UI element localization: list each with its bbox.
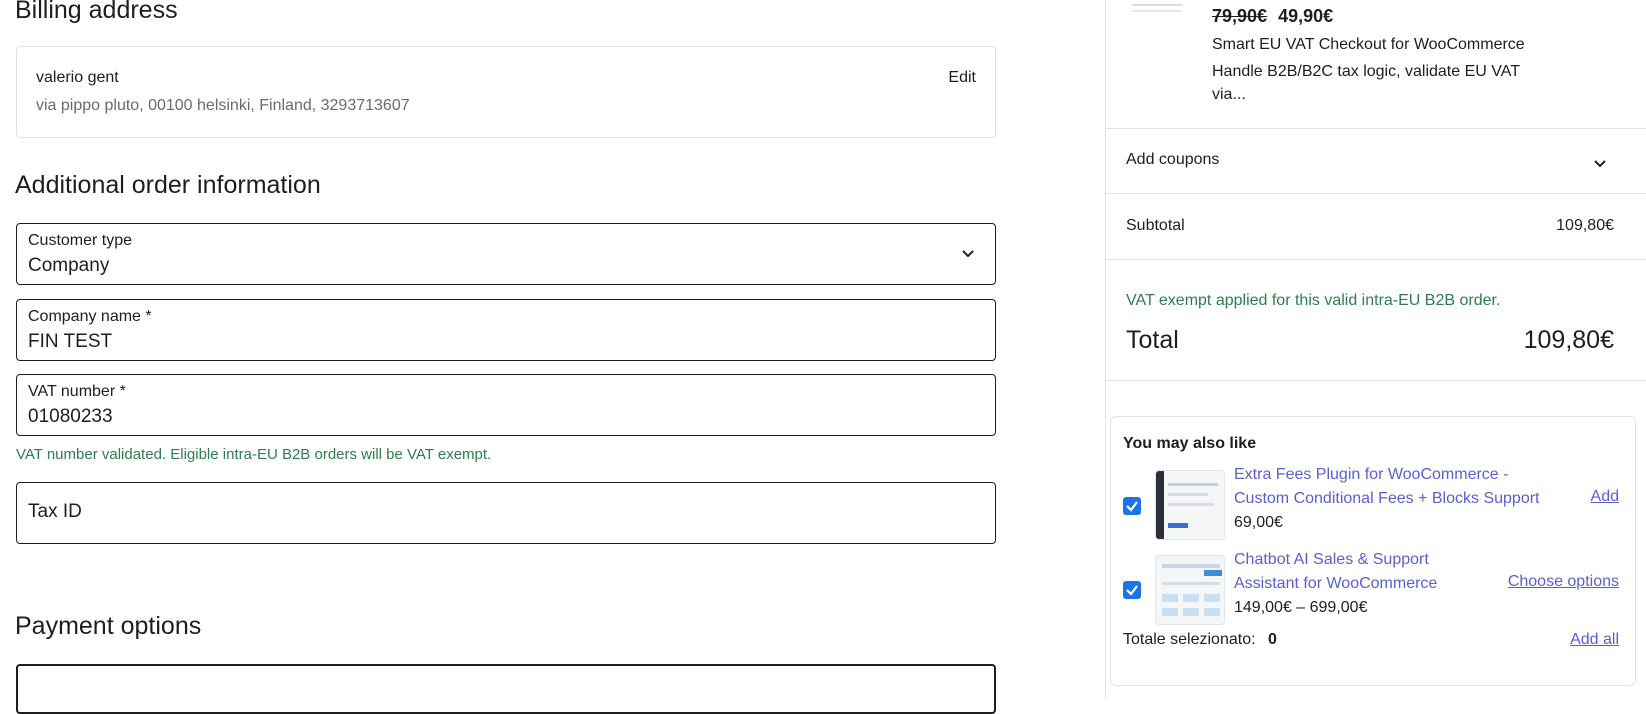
chevron-down-icon	[961, 246, 975, 264]
upsell-item-1-title-1[interactable]: Extra Fees Plugin for WooCommerce -	[1234, 462, 1508, 488]
additional-info-heading: Additional order information	[15, 171, 321, 199]
billing-address-card: valerio gent via pippo pluto, 00100 hels…	[16, 46, 996, 138]
customer-type-select[interactable]: Customer type Company	[16, 223, 996, 285]
add-coupons-toggle[interactable]: Add coupons	[1105, 129, 1646, 193]
add-coupons-label: Add coupons	[1126, 151, 1220, 168]
upsell-item-1-thumbnail	[1155, 470, 1225, 540]
add-all-link[interactable]: Add all	[1570, 631, 1619, 649]
tax-id-label: Tax ID	[28, 501, 82, 522]
chevron-down-icon	[1593, 156, 1607, 174]
subtotal-value: 109,80€	[1556, 217, 1614, 234]
payment-options-heading: Payment options	[15, 612, 202, 640]
customer-type-label: Customer type	[28, 232, 133, 249]
billing-address-heading: Billing address	[15, 0, 178, 24]
vat-number-value: 01080233	[28, 406, 113, 427]
selected-total-label: Totale selezionato:	[1123, 631, 1256, 648]
order-item-desc-2: via...	[1212, 86, 1246, 103]
upsell-item-1-add-link[interactable]: Add	[1591, 488, 1619, 506]
order-item-thumbnail	[1128, 0, 1188, 20]
divider	[1105, 380, 1646, 381]
order-item-title: Smart EU VAT Checkout for WooCommerce	[1212, 36, 1525, 53]
payment-method-box[interactable]	[16, 664, 996, 714]
new-price: 49,90€	[1278, 6, 1334, 26]
total-value: 109,80€	[1523, 326, 1614, 354]
company-name-label: Company name *	[28, 308, 152, 325]
vat-validation-message: VAT number validated. Eligible intra-EU …	[16, 446, 492, 463]
divider	[1105, 193, 1646, 194]
company-name-field[interactable]: Company name * FIN TEST	[16, 299, 996, 361]
order-item-prices: 79,90€ 49,90€	[1212, 6, 1333, 27]
upsell-box: You may also like Extra Fees Plugin for …	[1110, 416, 1636, 686]
selected-total: Totale selezionato: 0	[1123, 631, 1277, 649]
order-item-desc-1: Handle B2B/B2C tax logic, validate EU VA…	[1212, 63, 1520, 80]
tax-id-field[interactable]: Tax ID	[16, 482, 996, 544]
customer-type-value: Company	[28, 255, 110, 276]
vat-number-label: VAT number *	[28, 383, 126, 400]
divider	[1105, 259, 1646, 260]
total-label: Total	[1126, 326, 1179, 354]
upsell-item-2-price: 149,00€ – 699,00€	[1234, 599, 1368, 616]
selected-total-value: 0	[1267, 631, 1277, 648]
billing-edit-link[interactable]: Edit	[948, 69, 976, 87]
upsell-item-2-thumbnail	[1155, 555, 1225, 625]
upsell-item-1-checkbox[interactable]	[1123, 497, 1141, 515]
vat-exempt-note: VAT exempt applied for this valid intra-…	[1126, 292, 1501, 309]
upsell-item-2-title-1[interactable]: Chatbot AI Sales & Support	[1234, 547, 1429, 573]
company-name-value: FIN TEST	[28, 331, 113, 352]
billing-address-text: via pippo pluto, 00100 helsinki, Finland…	[36, 97, 410, 114]
upsell-item-2-title-2[interactable]: Assistant for WooCommerce	[1234, 571, 1437, 597]
billing-name: valerio gent	[36, 69, 119, 86]
upsell-item-1-title-2[interactable]: Custom Conditional Fees + Blocks Support	[1234, 486, 1539, 512]
vat-number-field[interactable]: VAT number * 01080233	[16, 374, 996, 436]
upsell-item-1-price: 69,00€	[1234, 514, 1283, 531]
upsell-heading: You may also like	[1123, 435, 1257, 452]
upsell-item-2-choose-options-link[interactable]: Choose options	[1508, 573, 1619, 591]
upsell-item-2-checkbox[interactable]	[1123, 581, 1141, 599]
old-price: 79,90€	[1212, 6, 1268, 26]
subtotal-label: Subtotal	[1126, 217, 1185, 234]
